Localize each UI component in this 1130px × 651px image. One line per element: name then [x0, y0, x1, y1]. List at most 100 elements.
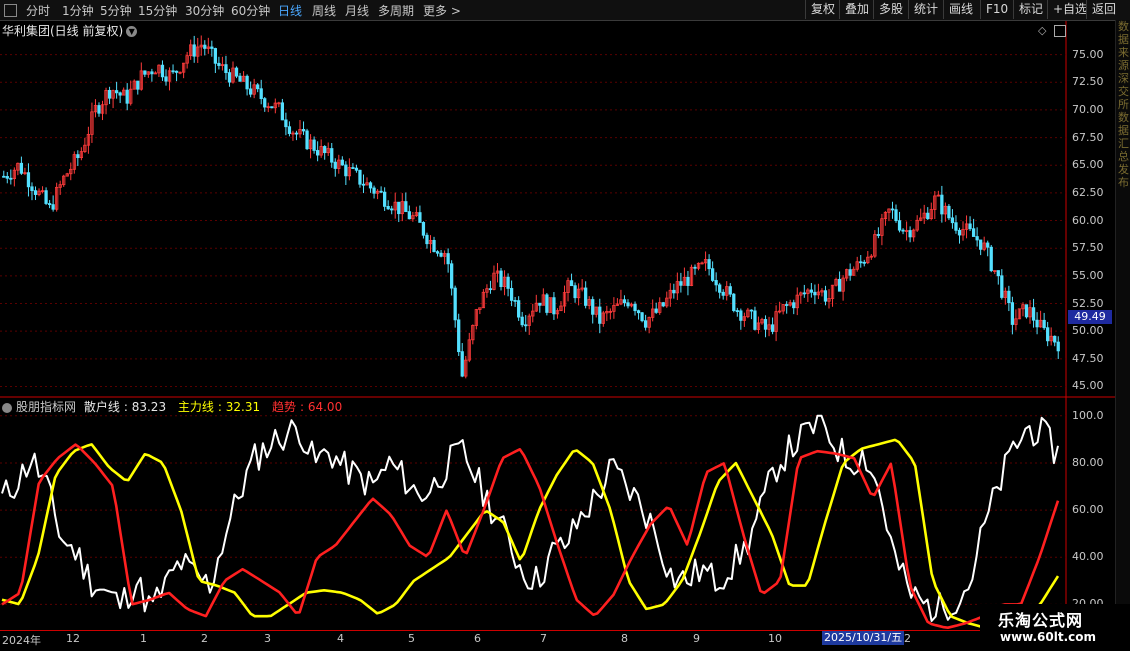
price-tick-label: 55.00 — [1072, 268, 1104, 282]
mark-button[interactable]: 标记 — [1013, 0, 1048, 19]
candle-body — [259, 88, 263, 100]
candle-body — [739, 310, 743, 321]
candle-body — [323, 146, 327, 154]
candle-body — [947, 205, 951, 219]
candle-body — [802, 292, 806, 295]
candle-body — [1056, 341, 1060, 352]
price-tick-label: 57.50 — [1072, 241, 1104, 255]
candle-body — [333, 161, 337, 169]
price-tick-label: 75.00 — [1072, 47, 1104, 61]
tab-multi-period[interactable]: 多周期 — [378, 2, 414, 19]
multi-stock-button[interactable]: 多股 — [873, 0, 908, 19]
candle-body — [143, 70, 147, 75]
tab-weekly[interactable]: 周线 — [312, 2, 336, 19]
candle-body — [894, 209, 898, 222]
candle-body — [792, 302, 796, 309]
right-strip-char: 汇 — [1118, 137, 1129, 150]
chevron-right-icon: > — [447, 4, 461, 18]
right-strip-char: 据 — [1118, 124, 1129, 137]
tab-15min[interactable]: 15分钟 — [138, 2, 177, 19]
candle-body — [940, 194, 944, 215]
candle-body — [1007, 290, 1011, 304]
candle-body — [862, 261, 866, 264]
tab-fenshi[interactable]: 分时 — [26, 2, 50, 19]
candle-body — [989, 246, 993, 272]
legend-retail-line: 散户线: 83.23 — [83, 400, 167, 414]
legend-main-value: 32.31 — [225, 400, 261, 414]
overlay-button[interactable]: 叠加 — [839, 0, 874, 19]
right-strip-char: 源 — [1118, 59, 1129, 72]
candle-body — [248, 88, 253, 95]
window-icon[interactable] — [1054, 25, 1066, 37]
candle-body — [714, 280, 718, 286]
candle-body — [643, 320, 648, 328]
legend-main-line: 主力线: 32.31 — [177, 400, 261, 414]
candle-body — [785, 304, 789, 306]
x-label-5: 5 — [408, 632, 415, 645]
candle-body — [901, 229, 905, 232]
candle-body — [552, 297, 556, 315]
candle-body — [358, 169, 362, 185]
chart-canvas[interactable] — [0, 0, 1130, 650]
tab-1min[interactable]: 1分钟 — [62, 2, 94, 19]
candle-body — [340, 159, 344, 166]
candle-body — [379, 190, 383, 193]
candle-body — [421, 222, 426, 236]
candle-body — [287, 126, 292, 134]
candle-body — [1042, 319, 1046, 329]
draw-line-button[interactable]: 画线 — [943, 0, 978, 19]
candle-body — [848, 269, 852, 276]
candle-body — [19, 162, 24, 174]
candle-body — [986, 242, 990, 248]
candle-body — [710, 268, 715, 281]
candle-body — [897, 220, 902, 231]
gear-icon[interactable] — [2, 402, 12, 413]
candle-body — [524, 324, 528, 327]
price-tick-label: 65.00 — [1072, 158, 1104, 172]
candle-body — [136, 80, 140, 90]
price-tick-label: 45.00 — [1072, 379, 1104, 393]
tab-5min[interactable]: 5分钟 — [100, 2, 132, 19]
candle-body — [626, 302, 630, 307]
candle-body — [238, 75, 242, 82]
indicator-source-name[interactable]: 股朋指标网 — [16, 400, 76, 414]
candle-body — [44, 190, 48, 204]
candle-body — [654, 308, 658, 313]
candle-body — [996, 270, 1000, 277]
price-tick-label: 67.50 — [1072, 130, 1104, 144]
fuquan-button[interactable]: 复权 — [805, 0, 840, 19]
right-strip-char: 所 — [1118, 98, 1129, 111]
candle-body — [425, 234, 429, 245]
candle-body — [256, 84, 260, 90]
right-strip-text: 数据来源深交所数据汇总发布 — [1116, 20, 1130, 189]
tab-monthly[interactable]: 月线 — [345, 2, 369, 19]
candle-body — [763, 319, 768, 330]
right-strip-char: 数 — [1118, 111, 1129, 124]
candle-body — [330, 148, 334, 163]
candle-body — [728, 286, 732, 295]
tab-more[interactable]: 更多 > — [423, 2, 461, 19]
candle-body — [390, 208, 394, 211]
candle-body — [926, 212, 930, 220]
candle-body — [679, 281, 683, 286]
f10-button[interactable]: F10 — [980, 0, 1013, 19]
back-button[interactable]: 返回 — [1086, 0, 1121, 19]
candle-body — [718, 284, 722, 293]
diamond-icon[interactable]: ◇ — [1038, 24, 1046, 37]
statistics-button[interactable]: 统计 — [908, 0, 943, 19]
candle-body — [979, 239, 983, 250]
candle-body — [263, 98, 267, 108]
tab-30min[interactable]: 30分钟 — [185, 2, 224, 19]
candle-body — [520, 316, 524, 326]
tab-60min[interactable]: 60分钟 — [231, 2, 270, 19]
candle-body — [30, 186, 34, 192]
candle-body — [372, 187, 376, 194]
candle-body — [114, 90, 119, 94]
candle-body — [203, 44, 207, 49]
chevron-down-icon[interactable]: ▼ — [126, 26, 138, 37]
candle-body — [499, 270, 503, 288]
indicator-tick-label: 80.00 — [1072, 455, 1104, 469]
tab-daily[interactable]: 日线 — [278, 2, 302, 19]
stock-title[interactable]: 华利集团(日线 前复权) ▼ — [2, 22, 138, 39]
toolbar-menu-icon[interactable] — [4, 4, 17, 17]
